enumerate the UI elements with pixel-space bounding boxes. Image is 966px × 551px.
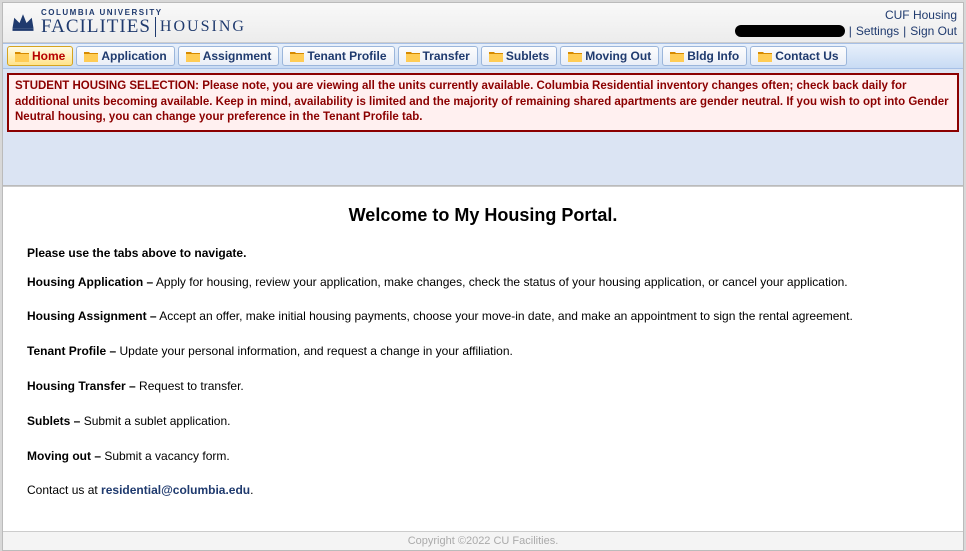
- app-window: COLUMBIA UNIVERSITY FACILITIES HOUSING C…: [2, 2, 964, 551]
- folder-icon: [670, 50, 684, 62]
- section-moving-out: Moving out – Submit a vacancy form.: [27, 448, 939, 465]
- nav-home[interactable]: Home: [7, 46, 73, 66]
- section-sublets: Sublets – Submit a sublet application.: [27, 413, 939, 430]
- folder-icon: [489, 50, 503, 62]
- notice-area: STUDENT HOUSING SELECTION: Please note, …: [3, 69, 963, 136]
- signout-link[interactable]: Sign Out: [910, 24, 957, 38]
- section-application: Housing Application – Apply for housing,…: [27, 274, 939, 291]
- section-text: Submit a vacancy form.: [101, 449, 230, 463]
- nav-label: Assignment: [203, 49, 272, 63]
- nav-label: Sublets: [506, 49, 549, 63]
- section-transfer: Housing Transfer – Request to transfer.: [27, 378, 939, 395]
- nav-bar: Home Application Assignment Tenant Profi…: [3, 43, 963, 69]
- nav-label: Moving Out: [585, 49, 651, 63]
- folder-icon: [758, 50, 772, 62]
- logo-housing: HOUSING: [160, 19, 246, 35]
- settings-link[interactable]: Settings: [856, 24, 899, 38]
- nav-label: Bldg Info: [687, 49, 739, 63]
- main-content: Welcome to My Housing Portal. Please use…: [3, 186, 963, 532]
- section-text: Update your personal information, and re…: [116, 344, 513, 358]
- nav-application[interactable]: Application: [76, 46, 174, 66]
- nav-label: Tenant Profile: [307, 49, 386, 63]
- notice-spacer: [3, 136, 963, 186]
- header-right: CUF Housing | Settings | Sign Out: [735, 8, 957, 38]
- cuf-housing-link[interactable]: CUF Housing: [885, 8, 957, 22]
- nav-label: Application: [101, 49, 166, 63]
- footer: Copyright ©2022 CU Facilities.: [3, 531, 963, 550]
- section-tenant-profile: Tenant Profile – Update your personal in…: [27, 343, 939, 360]
- sep: |: [849, 24, 852, 38]
- section-label: Housing Assignment –: [27, 309, 157, 323]
- logo-facilities: FACILITIES: [41, 17, 151, 36]
- section-assignment: Housing Assignment – Accept an offer, ma…: [27, 308, 939, 325]
- section-text: Request to transfer.: [136, 379, 244, 393]
- section-label: Sublets –: [27, 414, 80, 428]
- nav-transfer[interactable]: Transfer: [398, 46, 478, 66]
- section-text: Submit a sublet application.: [80, 414, 230, 428]
- section-contact: Contact us at residential@columbia.edu.: [27, 482, 939, 499]
- folder-icon: [406, 50, 420, 62]
- folder-icon: [84, 50, 98, 62]
- logo: COLUMBIA UNIVERSITY FACILITIES HOUSING: [9, 9, 246, 37]
- contact-email-link[interactable]: residential@columbia.edu: [101, 483, 250, 497]
- nav-label: Contact Us: [775, 49, 838, 63]
- nav-contact-us[interactable]: Contact Us: [750, 46, 846, 66]
- logo-divider: [155, 17, 156, 37]
- intro-text: Please use the tabs above to navigate.: [27, 246, 939, 260]
- nav-label: Home: [32, 49, 65, 63]
- nav-sublets[interactable]: Sublets: [481, 46, 557, 66]
- nav-tenant-profile[interactable]: Tenant Profile: [282, 46, 394, 66]
- username-redacted: [735, 25, 845, 37]
- section-label: Housing Application –: [27, 275, 153, 289]
- section-label: Tenant Profile –: [27, 344, 116, 358]
- header: COLUMBIA UNIVERSITY FACILITIES HOUSING C…: [3, 3, 963, 43]
- nav-label: Transfer: [423, 49, 470, 63]
- folder-icon: [568, 50, 582, 62]
- page-title: Welcome to My Housing Portal.: [27, 205, 939, 226]
- nav-bldg-info[interactable]: Bldg Info: [662, 46, 747, 66]
- contact-text-post: .: [250, 483, 253, 497]
- folder-icon: [290, 50, 304, 62]
- section-text: Accept an offer, make initial housing pa…: [157, 309, 853, 323]
- folder-icon: [15, 50, 29, 62]
- contact-text-pre: Contact us at: [27, 483, 101, 497]
- logo-text: COLUMBIA UNIVERSITY FACILITIES HOUSING: [41, 9, 246, 37]
- crown-icon: [9, 9, 37, 37]
- section-label: Housing Transfer –: [27, 379, 136, 393]
- folder-icon: [186, 50, 200, 62]
- nav-assignment[interactable]: Assignment: [178, 46, 280, 66]
- section-label: Moving out –: [27, 449, 101, 463]
- notice-banner: STUDENT HOUSING SELECTION: Please note, …: [7, 73, 959, 132]
- sep: |: [903, 24, 906, 38]
- nav-moving-out[interactable]: Moving Out: [560, 46, 659, 66]
- section-text: Apply for housing, review your applicati…: [153, 275, 847, 289]
